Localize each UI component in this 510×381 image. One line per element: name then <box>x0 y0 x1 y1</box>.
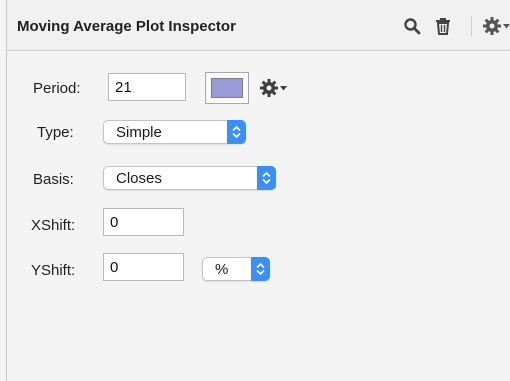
yshift-unit-popup[interactable]: % <box>202 257 270 281</box>
gear-icon <box>260 79 278 97</box>
yshift-unit-selected: % <box>215 261 229 278</box>
toolbar-separator <box>471 16 472 36</box>
type-selected-value: Simple <box>116 124 162 141</box>
plot-options-menu-button[interactable] <box>259 78 287 98</box>
period-label: Period: <box>33 80 81 97</box>
popup-arrows-icon <box>257 166 276 190</box>
gear-icon <box>483 17 501 35</box>
trash-icon[interactable] <box>433 16 453 36</box>
inspector-panel: Moving Average Plot Inspector Period: 21… <box>6 0 510 381</box>
xshift-label: XShift: <box>31 217 76 234</box>
inspector-titlebar: Moving Average Plot Inspector <box>7 0 510 51</box>
popup-arrows-icon <box>251 257 270 281</box>
gear-menu-button[interactable] <box>482 16 510 36</box>
popup-arrows-icon <box>227 120 246 144</box>
yshift-label: YShift: <box>31 262 76 279</box>
inspector-title: Moving Average Plot Inspector <box>17 18 236 35</box>
search-icon[interactable] <box>402 16 422 36</box>
xshift-field[interactable]: 0 <box>103 208 184 236</box>
color-well[interactable] <box>205 72 249 104</box>
period-field[interactable]: 21 <box>108 73 186 101</box>
type-label: Type: <box>37 124 74 141</box>
chevron-down-icon <box>503 23 510 28</box>
basis-label: Basis: <box>33 171 74 188</box>
basis-popup[interactable]: Closes <box>103 166 276 190</box>
basis-selected-value: Closes <box>116 170 162 187</box>
type-popup[interactable]: Simple <box>103 120 246 144</box>
plot-color-swatch <box>211 78 243 98</box>
chevron-down-icon <box>280 85 287 90</box>
yshift-field[interactable]: 0 <box>103 253 184 281</box>
